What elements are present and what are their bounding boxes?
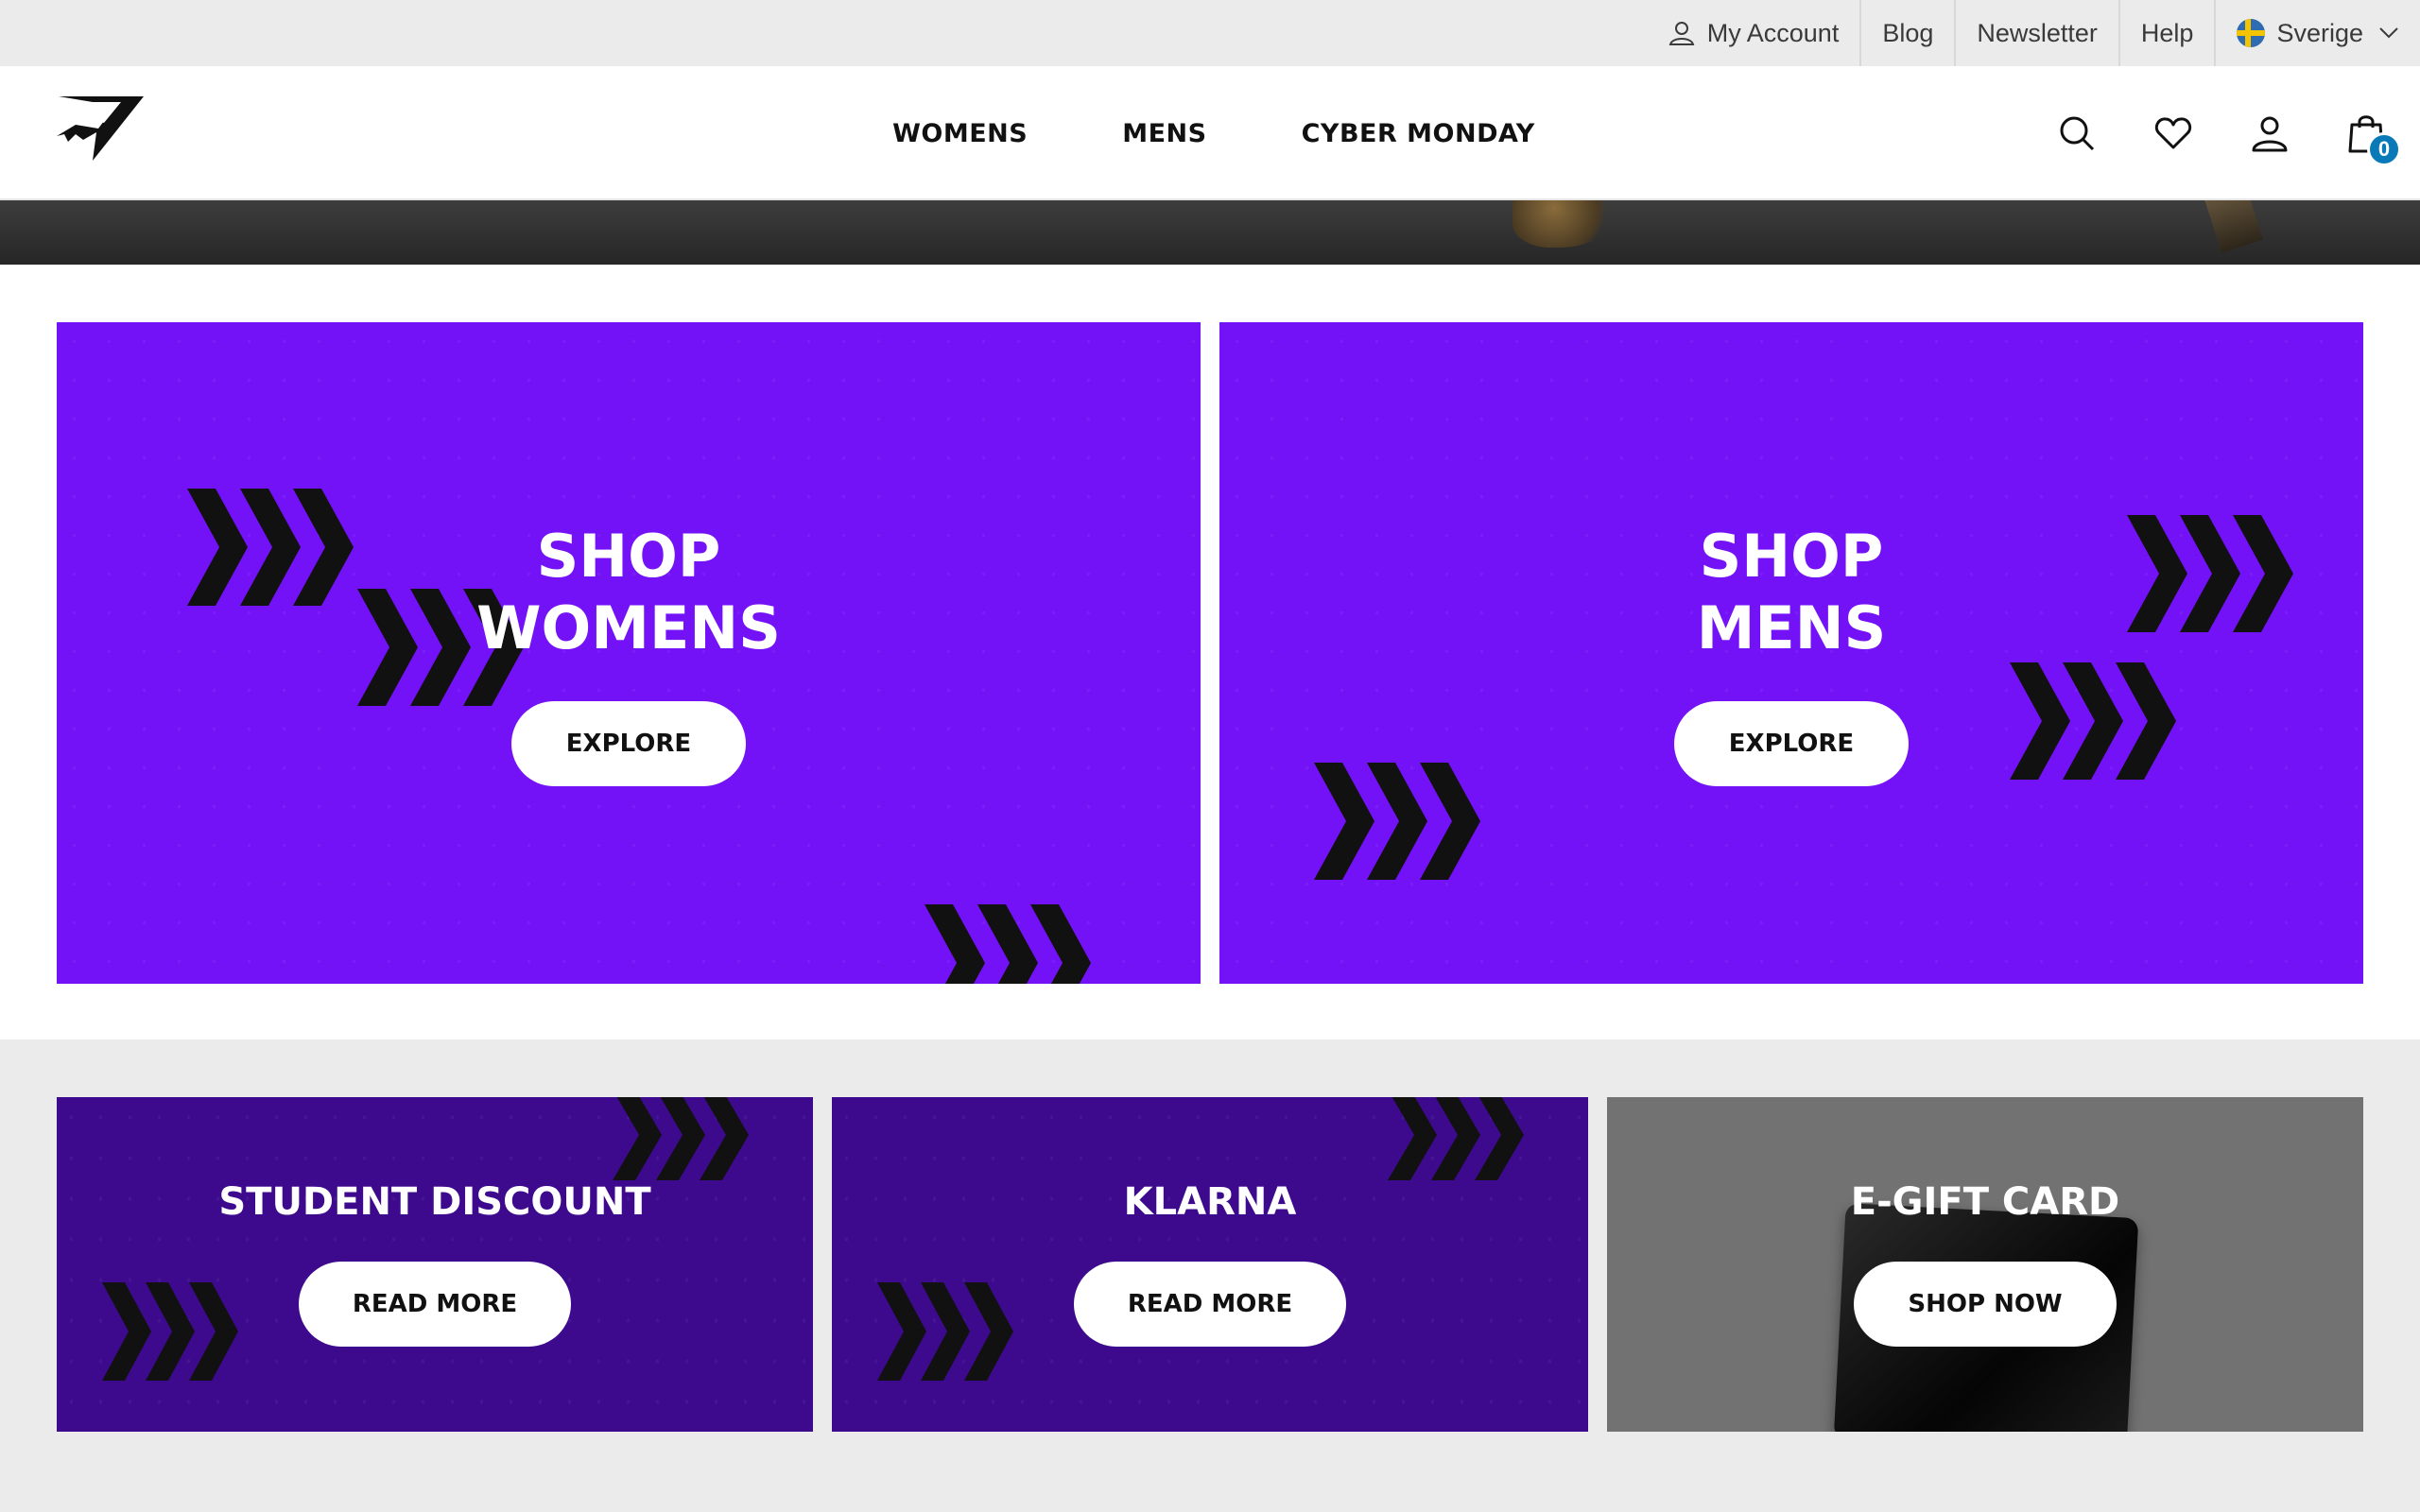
blog-link[interactable]: Blog [1859, 0, 1954, 66]
student-read-more-button[interactable]: READ MORE [299, 1262, 571, 1347]
klarna-title: KLARNA [1123, 1180, 1297, 1224]
shop-mens-tile[interactable]: SHOP MENS EXPLORE [1219, 322, 2363, 984]
nav-mens[interactable]: MENS [1122, 119, 1206, 148]
gift-bow-image [1512, 200, 1616, 248]
bag-icon[interactable]: 0 [2346, 113, 2401, 166]
shop-mens-heading: SHOP MENS [1219, 521, 2363, 664]
cart-count-badge: 0 [2367, 132, 2401, 166]
chevrons-icon [2010, 662, 2176, 780]
help-link[interactable]: Help [2118, 0, 2215, 66]
chevrons-icon [1314, 763, 1480, 880]
newsletter-link[interactable]: Newsletter [1954, 0, 2118, 66]
chevrons-icon [877, 1282, 1013, 1381]
my-account-label: My Account [1706, 18, 1840, 47]
chevrons-icon [1388, 1097, 1524, 1180]
chevrons-icon [925, 904, 1091, 984]
shop-mens-line1: SHOP [1699, 522, 1884, 591]
shop-womens-line2: WOMENS [476, 593, 781, 662]
klarna-read-more-button[interactable]: READ MORE [1074, 1262, 1346, 1347]
newsletter-label: Newsletter [1977, 18, 2098, 47]
chevrons-icon [102, 1282, 238, 1381]
user-icon[interactable] [2250, 113, 2290, 153]
country-selector[interactable]: Sverige [2214, 0, 2420, 66]
chevrons-icon [613, 1097, 749, 1180]
heart-icon[interactable] [2153, 113, 2193, 153]
shop-womens-heading: SHOP WOMENS [57, 521, 1201, 664]
student-discount-card[interactable]: STUDENT DISCOUNT READ MORE [57, 1097, 813, 1432]
explore-mens-button[interactable]: EXPLORE [1674, 701, 1909, 786]
sweden-flag-icon [2237, 19, 2266, 47]
e-gift-card-card[interactable]: E-GIFT CARD SHOP NOW [1607, 1097, 2363, 1432]
promo-banner-strip[interactable] [0, 200, 2420, 265]
shop-womens-line1: SHOP [536, 522, 721, 591]
site-header: WOMENS MENS CYBER MONDAY 0 [0, 66, 2420, 200]
help-label: Help [2140, 18, 2194, 47]
search-icon[interactable] [2057, 113, 2097, 153]
shop-mens-line2: MENS [1696, 593, 1887, 662]
country-label: Sverige [2276, 18, 2363, 47]
my-account-link[interactable]: My Account [1647, 0, 1860, 66]
user-outline-icon [1668, 19, 1696, 47]
utility-links: My Account Blog Newsletter Help Sverige [1647, 0, 2420, 66]
klarna-card[interactable]: KLARNA READ MORE [832, 1097, 1588, 1432]
student-discount-title: STUDENT DISCOUNT [218, 1180, 651, 1224]
e-gift-card-title: E-GIFT CARD [1850, 1180, 2120, 1224]
gift-ribbon-image [2204, 200, 2264, 253]
shop-womens-tile[interactable]: SHOP WOMENS EXPLORE [57, 322, 1201, 984]
header-actions: 0 [2057, 66, 2401, 200]
chevron-down-icon [2378, 26, 2399, 40]
gift-card-shop-now-button[interactable]: SHOP NOW [1854, 1262, 2117, 1347]
blog-label: Blog [1882, 18, 1934, 47]
nav-cyber-monday[interactable]: CYBER MONDAY [1302, 119, 1535, 148]
nav-womens[interactable]: WOMENS [892, 119, 1028, 148]
utility-bar: My Account Blog Newsletter Help Sverige [0, 0, 2420, 66]
explore-womens-button[interactable]: EXPLORE [511, 701, 746, 786]
